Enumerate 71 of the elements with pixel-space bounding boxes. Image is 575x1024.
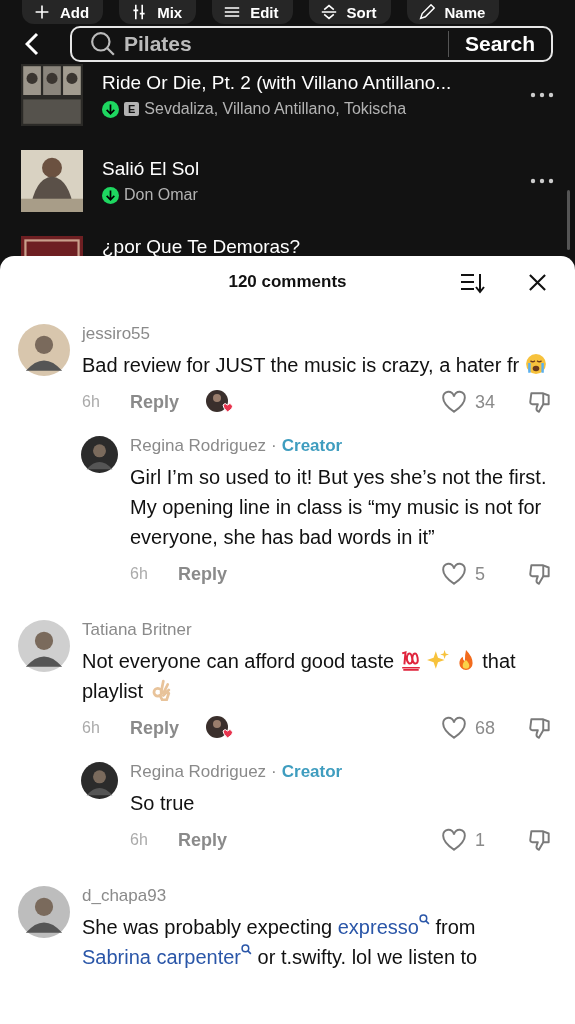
search-link[interactable]: Sabrina carpenter [82, 946, 252, 968]
toolbar-button[interactable]: Sort [308, 0, 391, 24]
more-icon[interactable] [530, 92, 554, 98]
menu-icon [224, 4, 241, 20]
dislike-icon[interactable] [527, 715, 553, 741]
creator-label: Creator [281, 436, 343, 456]
search-value: Pilates [124, 32, 193, 56]
search-button[interactable]: Search [464, 32, 535, 56]
comment-text: She was probably expecting expresso from Sabrina carpenter or t.swifty. lol we listen to [82, 913, 479, 970]
track-artists: Sevdaliza, Villano Antillano, Tokischa [144, 100, 407, 118]
like-button[interactable]: 34 [441, 390, 503, 414]
like-button[interactable]: 5 [441, 562, 503, 586]
explicit-badge: E [124, 102, 140, 116]
hundred-points-icon [399, 649, 422, 671]
comment-text: Not everyone can afford good taste that playlist [82, 648, 517, 704]
comment-time: 6h [130, 565, 149, 583]
username[interactable]: d_chapa93 [82, 886, 167, 906]
user-avatar[interactable] [81, 762, 118, 799]
track-artists: Don Omar [124, 186, 198, 204]
search-icon [90, 31, 116, 57]
heart-icon [441, 828, 467, 852]
comment-text: Girl I’m so used to it! But yes she’s not the first. My opening line in class is “my music is not for everyone, she has bad words in it” [130, 465, 548, 550]
close-icon[interactable] [528, 273, 547, 292]
reply-button[interactable]: Reply [130, 391, 180, 413]
search-link[interactable]: expresso [337, 916, 430, 938]
comment-time: 6h [82, 719, 101, 737]
comment-text: So true [130, 791, 196, 816]
like-button[interactable]: 68 [441, 716, 503, 740]
dislike-icon[interactable] [527, 561, 553, 587]
heart-icon [441, 390, 467, 414]
reply-button[interactable]: Reply [178, 829, 228, 851]
comments-count: 120 comments [228, 272, 347, 292]
toolbar-button[interactable]: Edit [212, 0, 293, 24]
user-avatar[interactable] [18, 620, 70, 672]
search-field[interactable]: Pilates Search [70, 26, 553, 62]
sliders-icon [131, 4, 148, 20]
heart-icon [441, 562, 467, 586]
reply-button[interactable]: Reply [130, 717, 180, 739]
username[interactable]: Regina Rodriguez [130, 436, 267, 456]
plus-icon [34, 4, 50, 20]
username[interactable]: Regina Rodriguez [130, 762, 267, 782]
track-title[interactable]: Salió El Sol [102, 158, 530, 180]
back-icon[interactable] [25, 32, 39, 56]
more-icon[interactable] [530, 178, 554, 184]
sort-icon [320, 4, 337, 20]
comment-time: 6h [82, 393, 101, 411]
toolbar-button[interactable]: Mix [119, 0, 197, 24]
separator-dot: · [271, 436, 277, 456]
crying-face-icon [524, 353, 547, 375]
dislike-icon[interactable] [527, 389, 553, 415]
toolbar-button[interactable]: Add [22, 0, 104, 24]
like-button[interactable]: 1 [441, 828, 503, 852]
comment-text: Bad review for JUST the music is crazy, a hater fr [82, 350, 553, 380]
heart-icon [441, 716, 467, 740]
separator-dot: · [271, 762, 277, 782]
toolbar-button[interactable]: Name [406, 0, 500, 24]
dislike-icon[interactable] [527, 827, 553, 853]
creator-label: Creator [281, 762, 343, 782]
search-icon [418, 914, 430, 925]
username[interactable]: Tatiana Britner [82, 620, 192, 640]
user-avatar[interactable] [18, 886, 70, 938]
search-icon [241, 944, 252, 955]
sort-icon[interactable] [460, 272, 486, 294]
comment-time: 6h [130, 831, 149, 849]
sparkles-icon [427, 649, 450, 671]
user-avatar[interactable] [18, 324, 70, 376]
username[interactable]: jessiro55 [82, 324, 151, 344]
track-title[interactable]: Ride Or Die, Pt. 2 (with Villano Antillano... [102, 72, 530, 94]
user-avatar[interactable] [81, 436, 118, 473]
reply-button[interactable]: Reply [178, 563, 228, 585]
pencil-icon [418, 4, 435, 20]
